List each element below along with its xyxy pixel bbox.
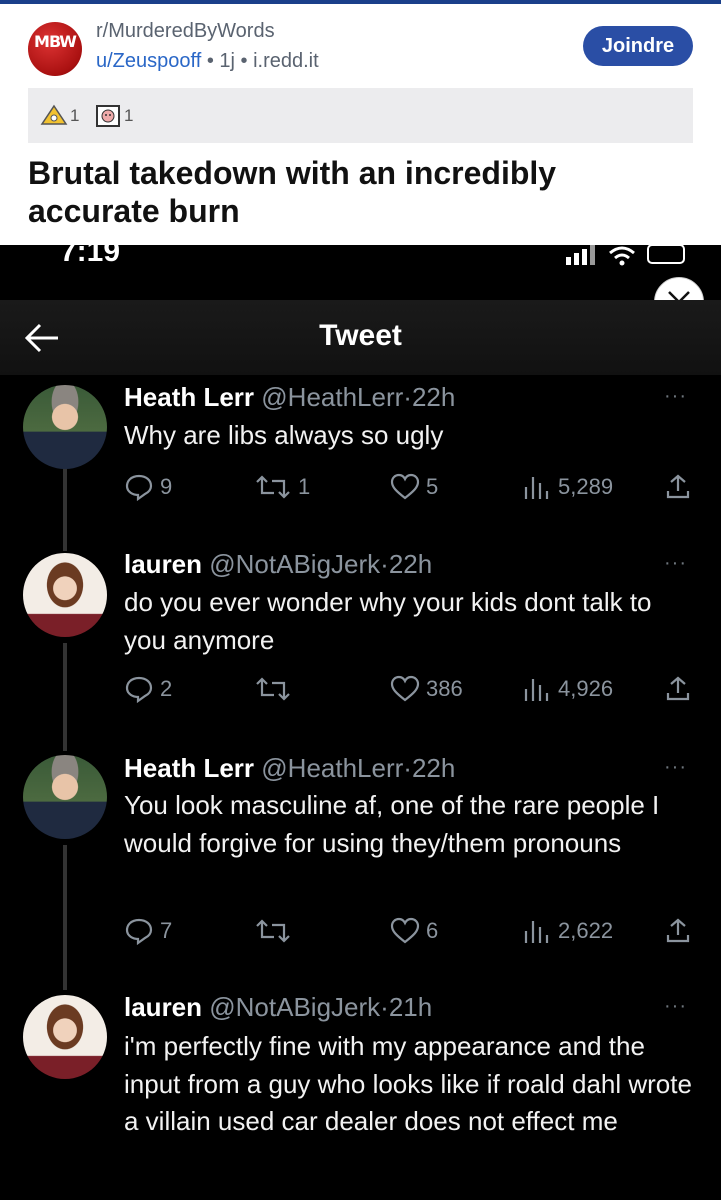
author-handle: @NotABigJerk [209, 992, 381, 1022]
view-count: 4,926 [558, 676, 614, 701]
author-name: lauren [124, 549, 203, 579]
tweet-author-line[interactable]: lauren @NotABigJerk·22h [124, 549, 432, 580]
meta-separator: • [206, 50, 220, 72]
tweet-text: do you ever wonder why your kids dont ta… [124, 587, 652, 655]
tweet-text: You look masculine af, one of the rare p… [124, 790, 660, 858]
gold-award-icon [40, 104, 68, 125]
retweet-button[interactable] [254, 675, 298, 703]
post-title[interactable]: Brutal takedown with an incredibly accur… [28, 154, 668, 230]
views-button[interactable]: 2,622 [522, 917, 613, 945]
heart-icon [390, 473, 420, 500]
wholesome-award-icon [96, 105, 120, 127]
views-button[interactable]: 4,926 [522, 675, 613, 703]
reddit-post-header: MBW r/MurderedByWords u/Zeuspooff • 1j •… [0, 4, 721, 245]
author-name: lauren [124, 992, 203, 1022]
avatar[interactable] [23, 553, 107, 637]
more-options-button[interactable]: ··· [664, 995, 687, 1018]
tweet-time: 22h [388, 549, 433, 579]
author-name: Heath Lerr [124, 382, 255, 412]
time-separator: · [403, 753, 412, 783]
status-icons [566, 245, 685, 266]
post-meta: u/Zeuspooff • 1j • i.redd.it [96, 50, 319, 73]
more-options-button[interactable]: ··· [664, 385, 687, 408]
like-button[interactable]: 6 [390, 917, 438, 945]
author-handle: @HeathLerr [261, 753, 404, 783]
like-count: 386 [426, 676, 463, 701]
reply-button[interactable]: 7 [124, 917, 172, 945]
share-icon[interactable] [664, 917, 692, 945]
thread-line [63, 845, 67, 990]
avatar[interactable] [23, 385, 107, 469]
post-author[interactable]: u/Zeuspooff [96, 50, 201, 72]
heart-icon [390, 675, 420, 702]
awards-bar: 1 1 [28, 88, 693, 143]
author-handle: @HeathLerr [261, 382, 404, 412]
more-options-button[interactable]: ··· [664, 756, 687, 779]
reply-button[interactable]: 2 [124, 675, 172, 703]
retweet-button[interactable]: 1 [254, 473, 310, 501]
reply-count: 9 [160, 474, 173, 499]
tweet-author-line[interactable]: Heath Lerr @HeathLerr·22h [124, 753, 455, 784]
award-item[interactable]: 1 [94, 104, 133, 128]
retweet-button[interactable] [254, 917, 298, 945]
reply-icon [125, 676, 153, 703]
tweet-time: 22h [411, 753, 456, 783]
views-icon [524, 477, 549, 499]
reply-icon [125, 918, 153, 945]
view-count: 2,622 [558, 918, 614, 943]
views-icon [524, 679, 549, 701]
screen-title: Tweet [319, 319, 402, 352]
views-icon [524, 921, 549, 943]
reply-icon [125, 474, 153, 501]
heart-icon [390, 917, 420, 944]
more-options-button[interactable]: ··· [664, 552, 687, 575]
join-button[interactable]: Joindre [583, 26, 693, 66]
reply-button[interactable]: 9 [124, 473, 172, 501]
time-separator: · [380, 992, 389, 1022]
tweet-screen-header: Tweet [0, 300, 721, 375]
meta-separator: • [240, 50, 254, 72]
post-age: 1j [219, 50, 235, 72]
tweet-time: 21h [388, 992, 433, 1022]
avatar[interactable] [23, 755, 107, 839]
post-domain[interactable]: i.redd.it [253, 50, 319, 72]
views-button[interactable]: 5,289 [522, 473, 613, 501]
retweet-icon [256, 677, 290, 701]
subreddit-name[interactable]: r/MurderedByWords [96, 20, 275, 43]
reply-count: 2 [160, 676, 173, 701]
tweet-text: Why are libs always so ugly [124, 420, 444, 450]
author-name: Heath Lerr [124, 753, 255, 783]
retweet-icon [256, 919, 290, 943]
time-separator: · [403, 382, 412, 412]
subreddit-avatar-text: MBW [34, 32, 77, 51]
reply-count: 7 [160, 918, 173, 943]
like-button[interactable]: 386 [390, 675, 463, 703]
tweet-text: i'm perfectly fine with my appearance an… [124, 1031, 692, 1136]
status-time: 7:19 [60, 245, 121, 268]
award-count: 1 [70, 106, 80, 125]
retweet-count: 1 [298, 474, 311, 499]
tweet-screenshot-image: 7:19 Tweet Heath Lerr @HeathLerr·22h ···… [0, 245, 721, 1200]
share-icon[interactable] [664, 675, 692, 703]
tweet-author-line[interactable]: Heath Lerr @HeathLerr·22h [124, 382, 455, 413]
thread-line [63, 643, 67, 751]
share-icon[interactable] [664, 473, 692, 501]
time-separator: · [380, 549, 389, 579]
subreddit-avatar[interactable]: MBW [28, 22, 82, 76]
view-count: 5,289 [558, 474, 614, 499]
retweet-icon [256, 475, 290, 499]
award-item[interactable]: 1 [40, 104, 79, 128]
like-count: 5 [426, 474, 439, 499]
award-count: 1 [124, 106, 134, 125]
tweet-author-line[interactable]: lauren @NotABigJerk·21h [124, 992, 432, 1023]
tweet-time: 22h [411, 382, 456, 412]
avatar[interactable] [23, 995, 107, 1079]
author-handle: @NotABigJerk [209, 549, 381, 579]
like-button[interactable]: 5 [390, 473, 438, 501]
like-count: 6 [426, 918, 439, 943]
